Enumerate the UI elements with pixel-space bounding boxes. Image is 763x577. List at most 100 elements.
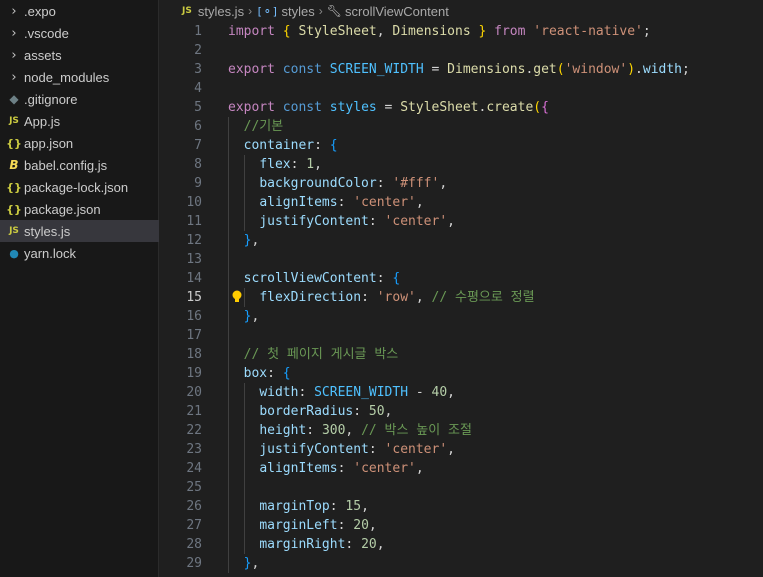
code-token: : (361, 290, 377, 305)
explorer-item[interactable]: ◆ .gitignore (0, 88, 159, 110)
code-token: , (345, 423, 362, 438)
explorer-item[interactable]: {} package.json (0, 198, 159, 220)
breadcrumb-symbol-styles[interactable]: styles (282, 4, 315, 19)
code-token: Dimensions (392, 24, 471, 39)
line-number: 18 (186, 347, 202, 362)
line-number: 2 (194, 43, 202, 58)
code-line[interactable]: 15 flexDirection: 'row', // 수평으로 정렬 (160, 288, 763, 307)
code-text: box: { (228, 364, 291, 383)
code-line[interactable]: 19 box: { (160, 364, 763, 383)
code-line[interactable]: 29 }, (160, 554, 763, 573)
code-token: - (408, 385, 432, 400)
code-line[interactable]: 6 //기본 (160, 117, 763, 136)
code-line[interactable]: 10 alignItems: 'center', (160, 193, 763, 212)
code-line[interactable]: 4 (160, 79, 763, 98)
code-line[interactable]: 21 borderRadius: 50, (160, 402, 763, 421)
code-line[interactable]: 18 // 첫 페이지 게시글 박스 (160, 345, 763, 364)
line-number: 17 (186, 328, 202, 343)
code-token: : (368, 214, 385, 229)
code-token: marginTop (259, 499, 330, 514)
code-token: : (376, 176, 393, 191)
code-token: , (251, 233, 260, 248)
code-token: marginRight (259, 537, 346, 552)
code-text: alignItems: 'center', (228, 459, 423, 478)
code-text: marginTop: 15, (228, 497, 369, 516)
code-line[interactable]: 7 container: { (160, 136, 763, 155)
code-token: 1 (306, 157, 315, 172)
code-line[interactable]: 28 marginRight: 20, (160, 535, 763, 554)
explorer-item[interactable]: {} app.json (0, 132, 159, 154)
code-token: export (228, 100, 275, 115)
lightbulb-icon[interactable] (230, 288, 244, 307)
code-line[interactable]: 24 alignItems: 'center', (160, 459, 763, 478)
code-line[interactable]: 8 flex: 1, (160, 155, 763, 174)
code-token: : (329, 499, 346, 514)
explorer-item[interactable]: JS App.js (0, 110, 159, 132)
code-line[interactable]: 2 (160, 41, 763, 60)
explorer-item-label: .expo (24, 3, 56, 19)
line-number: 4 (194, 81, 202, 96)
explorer-item[interactable]: Bbabel.config.js (0, 154, 159, 176)
code-token: SCREEN_WIDTH (314, 385, 409, 400)
code-text: marginRight: 20, (228, 535, 384, 554)
code-line[interactable]: 20 width: SCREEN_WIDTH - 40, (160, 383, 763, 402)
code-token: from (494, 24, 526, 39)
explorer-item[interactable]: {} package-lock.json (0, 176, 159, 198)
line-number: 6 (194, 119, 202, 134)
breadcrumb: JS styles.js › [⚬] styles › 🔧︎ scrollVie… (160, 0, 763, 22)
code-token: , (384, 404, 393, 419)
code-line[interactable]: 3 export const SCREEN_WIDTH = Dimensions.… (160, 60, 763, 79)
code-line[interactable]: 12 }, (160, 231, 763, 250)
code-token: width (642, 62, 683, 77)
explorer-item[interactable]: ● yarn.lock (0, 242, 159, 264)
code-token: , (368, 518, 377, 533)
code-token: borderRadius (259, 404, 354, 419)
json-icon: {} (6, 136, 22, 150)
line-number: 27 (186, 518, 202, 533)
explorer-item[interactable]: › assets (0, 44, 159, 66)
code-line[interactable]: 23 justifyContent: 'center', (160, 440, 763, 459)
code-token: ( (533, 100, 542, 115)
code-token: justifyContent (259, 214, 369, 229)
line-number: 21 (186, 404, 202, 419)
line-number: 28 (186, 537, 202, 552)
code-line[interactable]: 17 (160, 326, 763, 345)
property-wrench-icon: 🔧︎ (326, 4, 343, 18)
code-line[interactable]: 26 marginTop: 15, (160, 497, 763, 516)
explorer-item[interactable]: JS styles.js (0, 220, 159, 242)
code-line[interactable]: 1 import { StyleSheet, Dimensions } from … (160, 22, 763, 41)
explorer-item[interactable]: › .vscode (0, 22, 159, 44)
code-line[interactable]: 13 (160, 250, 763, 269)
git-icon: ◆ (9, 92, 19, 106)
code-line[interactable]: 27 marginLeft: 20, (160, 516, 763, 535)
explorer-item[interactable]: › .expo (0, 0, 159, 22)
code-line[interactable]: 9 backgroundColor: '#fff', (160, 174, 763, 193)
explorer-item-label: .gitignore (24, 91, 78, 107)
code-line[interactable]: 16 }, (160, 307, 763, 326)
code-line[interactable]: 11 justifyContent: 'center', (160, 212, 763, 231)
code-token: : (298, 385, 315, 400)
code-line[interactable]: 22 height: 300, // 박스 높이 조절 (160, 421, 763, 440)
code-token: ) (627, 62, 636, 77)
code-token: : (345, 537, 362, 552)
breadcrumb-file[interactable]: styles.js (198, 4, 244, 19)
code-token: 'center' (384, 442, 448, 457)
code-editor[interactable]: 1 import { StyleSheet, Dimensions } from … (160, 22, 763, 577)
code-line[interactable]: 5 export const styles = StyleSheet.create… (160, 98, 763, 117)
indent-guide (243, 478, 245, 497)
code-line[interactable]: 25 (160, 478, 763, 497)
code-token: , (361, 499, 369, 514)
js-file-icon: JS (182, 6, 192, 16)
code-line[interactable]: 14 scrollViewContent: { (160, 269, 763, 288)
code-token: get (533, 62, 557, 77)
code-text: import { StyleSheet, Dimensions } from '… (228, 22, 651, 41)
code-text: }, (228, 554, 260, 573)
explorer-item[interactable]: › node_modules (0, 66, 159, 88)
breadcrumb-symbol-scrollviewcontent[interactable]: scrollViewContent (345, 4, 449, 19)
